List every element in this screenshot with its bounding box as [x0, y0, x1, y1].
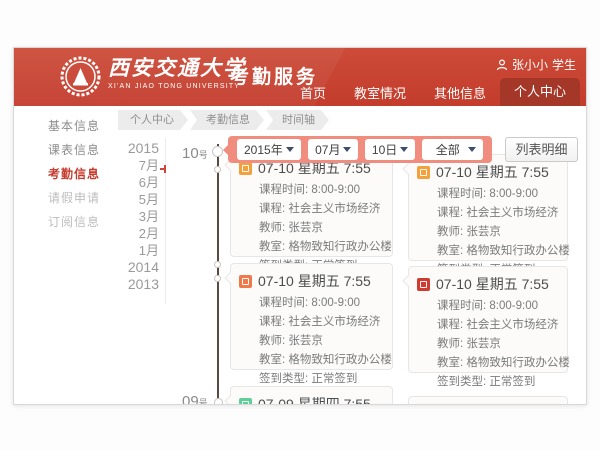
breadcrumb-personal-center[interactable]: 个人中心 [118, 110, 188, 130]
timeline-year-list: 2015 7月 6月 5月 3月 2月 1月 2014 2013 [111, 140, 159, 293]
user-role: 学生 [552, 56, 576, 73]
user-name: 张小小 [512, 56, 548, 73]
attendance-card: 07-10 星期五 7:55 课程时间: 8:00-9:00 课程: 社会主义市… [408, 266, 568, 373]
card-date: 07-10 星期五 7:55 [436, 162, 549, 182]
university-logo-icon [60, 56, 101, 97]
timeline-node [214, 261, 221, 268]
person-icon [496, 59, 508, 71]
nav-tab-personal-center[interactable]: 个人中心 [500, 78, 580, 106]
type-dropdown[interactable]: 全部 [422, 139, 483, 160]
attendance-card: 07-09 星期四 7:55 [230, 386, 393, 405]
timeline-node [214, 275, 221, 282]
chevron-down-icon [343, 147, 351, 152]
status-icon [239, 162, 252, 175]
timeline-month-mar[interactable]: 3月 [111, 208, 159, 225]
year-dropdown[interactable]: 2015年 [237, 139, 301, 160]
day-dropdown[interactable]: 10日 [365, 139, 415, 160]
timeline-node [214, 166, 221, 173]
university-name-en: XI'AN JIAO TONG UNIVERSITY [108, 83, 246, 90]
attendance-card: 07-10 星期五 7:55 课程时间: 8:00-9:00 课程: 社会主义市… [230, 263, 393, 370]
sidebar-item-attendance-info[interactable]: 考勤信息 [48, 165, 100, 182]
timeline-node [212, 146, 223, 157]
sidebar-item-schedule-info[interactable]: 课表信息 [48, 141, 100, 158]
card-date: 07-10 星期五 7:55 [436, 274, 549, 294]
card-date: 07-09 星期四 7:55 [258, 394, 371, 405]
university-name: 西安交通大学 XI'AN JIAO TONG UNIVERSITY [108, 57, 246, 90]
chevron-down-icon [468, 147, 476, 152]
timeline-month-jun[interactable]: 6月 [111, 174, 159, 191]
sidebar-item-basic-info[interactable]: 基本信息 [48, 117, 100, 134]
year-list-divider [165, 138, 166, 304]
breadcrumb: 个人中心 考勤信息 时间轴 [118, 110, 331, 130]
sidebar-item-subscription-info[interactable]: 订阅信息 [48, 213, 100, 230]
timeline-year-2014[interactable]: 2014 [111, 259, 159, 276]
app-window: 西安交通大学 XI'AN JIAO TONG UNIVERSITY 考勤服务 张… [13, 47, 587, 405]
day-label-10[interactable]: 10号 [182, 145, 208, 162]
month-dropdown[interactable]: 07月 [308, 139, 358, 160]
sidebar-item-leave-request[interactable]: 请假申请 [48, 189, 100, 206]
nav-tab-home[interactable]: 首页 [286, 81, 340, 106]
timeline-node [214, 398, 223, 405]
university-name-cn: 西安交通大学 [108, 57, 246, 81]
timeline-year-2013[interactable]: 2013 [111, 276, 159, 293]
attendance-card: 07-10 星期五 7:55 课程时间: 8:00-9:00 课程: 社会主义市… [408, 154, 568, 261]
filter-bar: 2015年 07月 10日 全部 [228, 136, 492, 163]
nav-tab-other-info[interactable]: 其他信息 [420, 81, 500, 106]
main-nav: 首页 教室情况 其他信息 个人中心 [286, 78, 580, 106]
status-icon [417, 166, 430, 179]
day-label-09[interactable]: 09号 [182, 393, 208, 405]
status-icon [239, 398, 252, 406]
breadcrumb-timeline[interactable]: 时间轴 [266, 110, 329, 130]
attendance-card [408, 396, 568, 405]
selected-month-marker [160, 168, 166, 170]
user-account[interactable]: 张小小 学生 [496, 56, 576, 73]
status-icon [239, 275, 252, 288]
card-date: 07-10 星期五 7:55 [258, 271, 371, 291]
breadcrumb-attendance-info[interactable]: 考勤信息 [190, 110, 264, 130]
chevron-down-icon [286, 147, 294, 152]
attendance-card: 07-10 星期五 7:55 课程时间: 8:00-9:00 课程: 社会主义市… [230, 150, 393, 257]
list-detail-button[interactable]: 列表明细 [505, 137, 578, 162]
timeline-month-jul[interactable]: 7月 [111, 157, 159, 174]
timeline-month-feb[interactable]: 2月 [111, 225, 159, 242]
app-header: 西安交通大学 XI'AN JIAO TONG UNIVERSITY 考勤服务 张… [14, 48, 586, 106]
timeline-month-may[interactable]: 5月 [111, 191, 159, 208]
timeline-year-2015[interactable]: 2015 [111, 140, 159, 157]
nav-tab-classrooms[interactable]: 教室情况 [340, 81, 420, 106]
status-icon [417, 278, 430, 291]
timeline-month-jan[interactable]: 1月 [111, 242, 159, 259]
chevron-down-icon [400, 147, 408, 152]
